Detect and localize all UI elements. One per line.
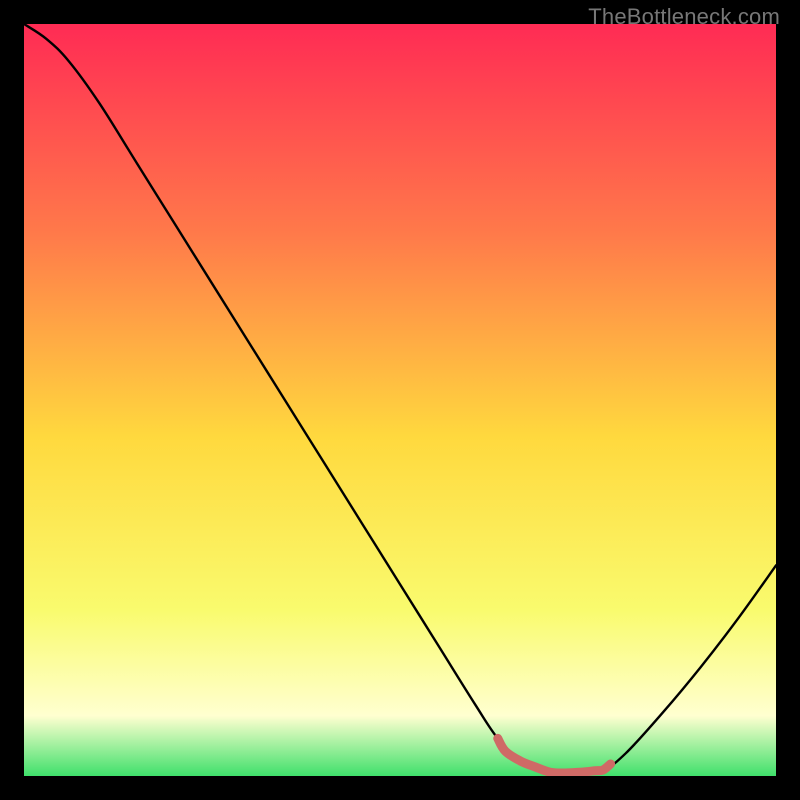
chart-stage: TheBottleneck.com (0, 0, 800, 800)
bottleneck-chart (24, 24, 776, 776)
gradient-background (24, 24, 776, 776)
